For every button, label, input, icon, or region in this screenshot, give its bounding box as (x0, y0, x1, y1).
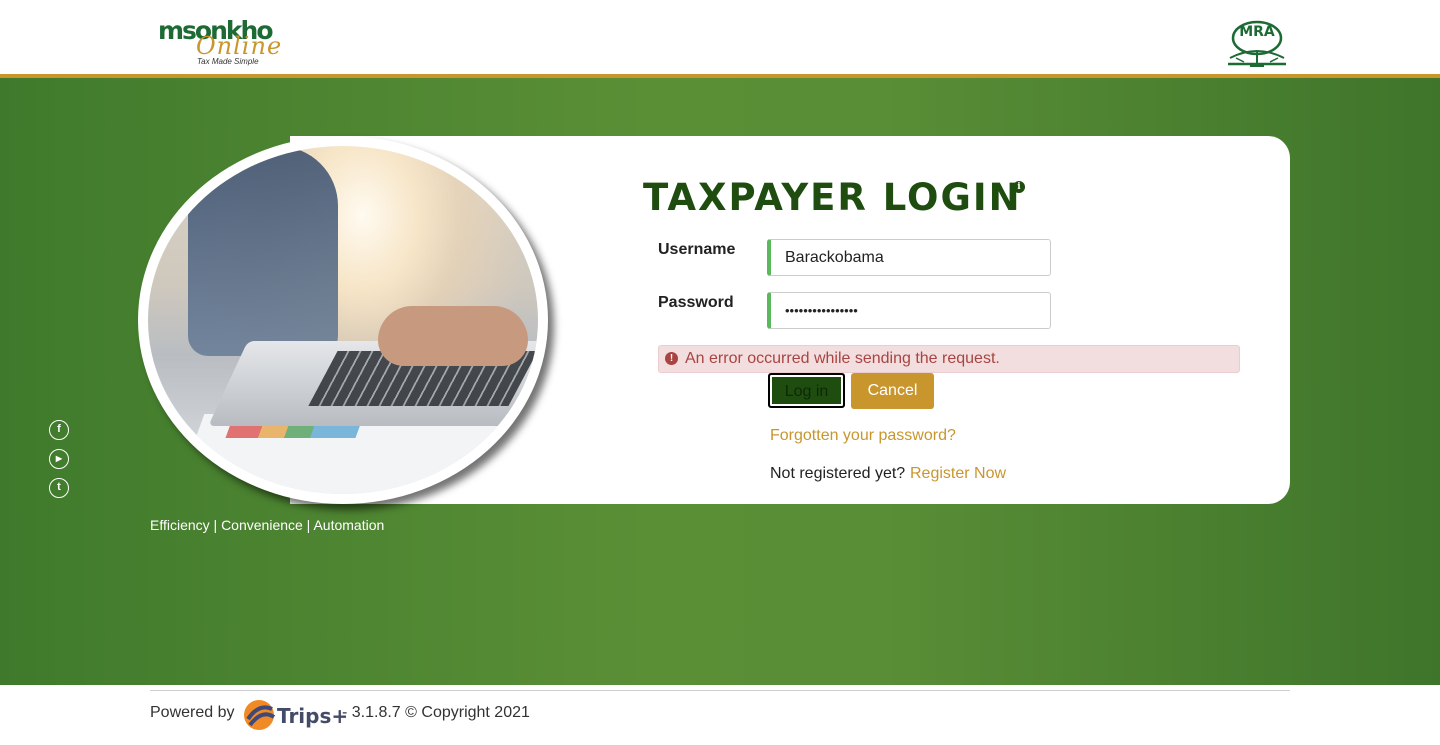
error-alert: ! An error occurred while sending the re… (658, 345, 1240, 373)
site-header: msonkho Online Tax Made Simple MRA (0, 0, 1440, 74)
twitter-icon[interactable]: t (49, 478, 69, 498)
photo-shirt (188, 146, 338, 356)
exclamation-icon: ! (665, 352, 678, 365)
password-label: Password (658, 294, 734, 311)
username-input[interactable]: Barackobama (767, 239, 1051, 276)
not-registered-text: Not registered yet? (770, 465, 906, 482)
version-copyright: - 3.1.8.7 © Copyright 2021 (342, 704, 530, 721)
login-button[interactable]: Log in (768, 373, 845, 408)
youtube-icon[interactable]: ▶ (49, 449, 69, 469)
username-label: Username (658, 241, 736, 258)
footer-divider (150, 690, 1290, 691)
trips-brand: Trips+ (277, 704, 349, 728)
mra-logo-letters: MRA (1239, 24, 1275, 40)
mra-logo: MRA (1224, 14, 1290, 68)
register-link[interactable]: Register Now (910, 465, 1006, 483)
page-title: TAXPAYER LOGIN (643, 176, 1022, 219)
msonkho-online-logo[interactable]: msonkho Online Tax Made Simple (158, 14, 298, 70)
info-icon[interactable]: i (1013, 181, 1025, 193)
forgot-password-link[interactable]: Forgotten your password? (770, 427, 956, 445)
brand-script-text: Online (196, 32, 283, 60)
brand-tagline: Tax Made Simple (197, 57, 259, 66)
facebook-icon[interactable]: f (49, 420, 69, 440)
laptop-photo (148, 146, 538, 494)
cancel-button[interactable]: Cancel (851, 373, 934, 409)
error-message: An error occurred while sending the requ… (685, 350, 1000, 367)
powered-by-text: Powered by (150, 704, 235, 721)
photo-hand (378, 306, 528, 366)
photo-chart-bars (225, 424, 361, 438)
tagline: Efficiency | Convenience | Automation (150, 517, 385, 533)
password-input[interactable]: •••••••••••••••• (767, 292, 1051, 329)
